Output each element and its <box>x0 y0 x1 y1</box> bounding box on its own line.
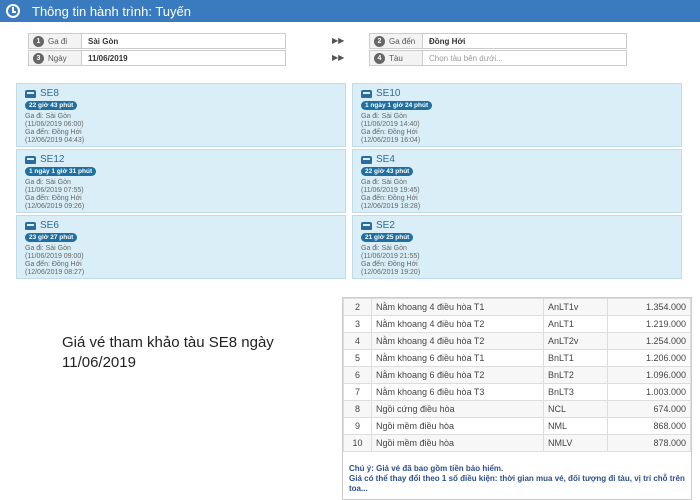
depart-station: Ga đi: Sài Gòn <box>25 245 71 252</box>
train-icon <box>361 221 372 230</box>
arrive-station: Ga đến: Đồng Hới <box>25 195 82 202</box>
field-label: Tàu <box>389 53 403 63</box>
train-name: SE4 <box>376 154 395 165</box>
table-row: 9 Ngồi mềm điều hòa NML 868.000 <box>343 417 691 435</box>
price-table: 2 Nằm khoang 4 điều hòa T1 AnLT1v 1.354.000… <box>343 298 691 452</box>
note-line: Giá có thể thay đổi theo 1 số điều kiện:… <box>349 474 685 493</box>
depart-time: (11/06/2019 19:45) <box>361 187 420 194</box>
train-card-se6[interactable]: SE6 23 giờ 27 phút Ga đi: Sài Gòn (11/06… <box>16 215 346 279</box>
arrive-station: Ga đến: Đồng Hới <box>361 195 418 202</box>
depart-station: Ga đi: Sài Gòn <box>25 179 71 186</box>
depart-station: Ga đi: Sài Gòn <box>361 113 407 120</box>
page-header: Thông tin hành trình: Tuyến <box>0 0 700 22</box>
depart-time: (11/06/2019 09:00) <box>25 253 84 260</box>
train-name: SE10 <box>376 88 401 99</box>
arrive-time: (12/06/2019 19:20) <box>361 269 421 276</box>
train-icon <box>25 155 36 164</box>
arrive-time: (12/06/2019 18:28) <box>361 203 421 210</box>
arrive-time: (12/06/2019 09:26) <box>25 203 85 210</box>
price-table-panel: 2 Nằm khoang 4 điều hòa T1 AnLT1v 1.354.000… <box>342 297 692 500</box>
table-row: 4 Nằm khoang 4 điều hòa T2 AnLT2v 1.254.000 <box>343 332 691 350</box>
train-name: SE6 <box>40 220 59 231</box>
price-caption: Giá vé tham khảo tàu SE8 ngày 11/06/2019 <box>62 334 274 371</box>
page-title: Thông tin hành trình: Tuyến <box>32 3 191 19</box>
travel-date-field[interactable]: 3 Ngày 11/06/2019 <box>28 50 286 66</box>
step-badge: 1 <box>33 35 44 47</box>
travel-date-value[interactable]: 11/06/2019 <box>82 51 285 65</box>
field-label: Ngày <box>48 53 67 63</box>
price-note: Chú ý: Giá vé đã bao gồm tiền bảo hiểm. … <box>343 452 691 498</box>
step-badge: 2 <box>374 35 385 47</box>
duration-badge: 23 giờ 27 phút <box>25 233 78 242</box>
depart-station: Ga đi: Sài Gòn <box>25 113 71 120</box>
depart-station: Ga đi: Sài Gòn <box>361 179 407 186</box>
arrive-station-field[interactable]: 2 Ga đến Đồng Hới <box>369 33 627 49</box>
arrive-station-value[interactable]: Đồng Hới <box>423 34 626 48</box>
table-row: 5 Nằm khoang 6 điều hòa T1 BnLT1 1.206.000 <box>343 349 691 367</box>
duration-badge: 22 giờ 43 phút <box>25 101 78 110</box>
train-name: SE12 <box>40 154 65 165</box>
arrive-station: Ga đến: Đồng Hới <box>361 261 418 268</box>
depart-station: Ga đi: Sài Gòn <box>361 245 407 252</box>
table-row: 8 Ngồi cứng điều hòa NCL 674.000 <box>343 400 691 418</box>
train-icon <box>25 89 36 98</box>
train-card-se10[interactable]: SE10 1 ngày 1 giờ 24 phút Ga đi: Sài Gòn… <box>352 83 682 147</box>
duration-badge: 21 giờ 25 phút <box>361 233 414 242</box>
depart-time: (11/06/2019 14:40) <box>361 121 420 128</box>
train-select-placeholder[interactable]: Chọn tàu bên dưới... <box>423 51 626 65</box>
arrive-time: (12/06/2019 04:43) <box>25 137 85 144</box>
train-card-se2[interactable]: SE2 21 giờ 25 phút Ga đi: Sài Gòn (11/06… <box>352 215 682 279</box>
field-label: Ga đến <box>389 36 416 46</box>
arrive-station: Ga đến: Đồng Hới <box>25 261 82 268</box>
train-card-se12[interactable]: SE12 1 ngày 1 giờ 31 phút Ga đi: Sài Gòn… <box>16 149 346 213</box>
table-row: 10 Ngồi mềm điều hòa NMLV 878.000 <box>343 434 691 452</box>
train-card-se4[interactable]: SE4 22 giờ 43 phút Ga đi: Sài Gòn (11/06… <box>352 149 682 213</box>
train-icon <box>25 221 36 230</box>
duration-badge: 22 giờ 43 phút <box>361 167 414 176</box>
note-line: Chú ý: Giá vé đã bao gồm tiền bảo hiểm. <box>349 464 504 473</box>
double-arrow-right-icon: ▶▶ <box>332 36 345 45</box>
step-badge: 4 <box>374 52 385 64</box>
train-name: SE2 <box>376 220 395 231</box>
arrive-station: Ga đến: Đồng Hới <box>361 129 418 136</box>
double-arrow-right-icon: ▶▶ <box>332 53 345 62</box>
duration-badge: 1 ngày 1 giờ 24 phút <box>361 101 433 110</box>
train-icon <box>361 155 372 164</box>
table-row: 3 Nằm khoang 4 điều hòa T2 AnLT1 1.219.000 <box>343 315 691 333</box>
depart-time: (11/06/2019 06:00) <box>25 121 84 128</box>
train-select-field[interactable]: 4 Tàu Chọn tàu bên dưới... <box>369 50 627 66</box>
depart-station-field[interactable]: 1 Ga đi Sài Gòn <box>28 33 286 49</box>
table-row: 7 Nằm khoang 6 điều hòa T3 BnLT3 1.003.000 <box>343 383 691 401</box>
field-label: Ga đi <box>48 36 68 46</box>
train-icon <box>361 89 372 98</box>
train-name: SE8 <box>40 88 59 99</box>
table-row: 6 Nằm khoang 6 điều hòa T2 BnLT2 1.096.000 <box>343 366 691 384</box>
arrive-time: (12/06/2019 16:04) <box>361 137 421 144</box>
duration-badge: 1 ngày 1 giờ 31 phút <box>25 167 97 176</box>
depart-station-value[interactable]: Sài Gòn <box>82 34 285 48</box>
depart-time: (11/06/2019 21:55) <box>361 253 420 260</box>
step-badge: 3 <box>33 52 44 64</box>
arrive-time: (12/06/2019 08:27) <box>25 269 85 276</box>
depart-time: (11/06/2019 07:55) <box>25 187 84 194</box>
clock-icon <box>6 4 20 18</box>
train-card-se8[interactable]: SE8 22 giờ 43 phút Ga đi: Sài Gòn (11/06… <box>16 83 346 147</box>
arrive-station: Ga đến: Đồng Hới <box>25 129 82 136</box>
table-row: 2 Nằm khoang 4 điều hòa T1 AnLT1v 1.354.000 <box>343 298 691 316</box>
